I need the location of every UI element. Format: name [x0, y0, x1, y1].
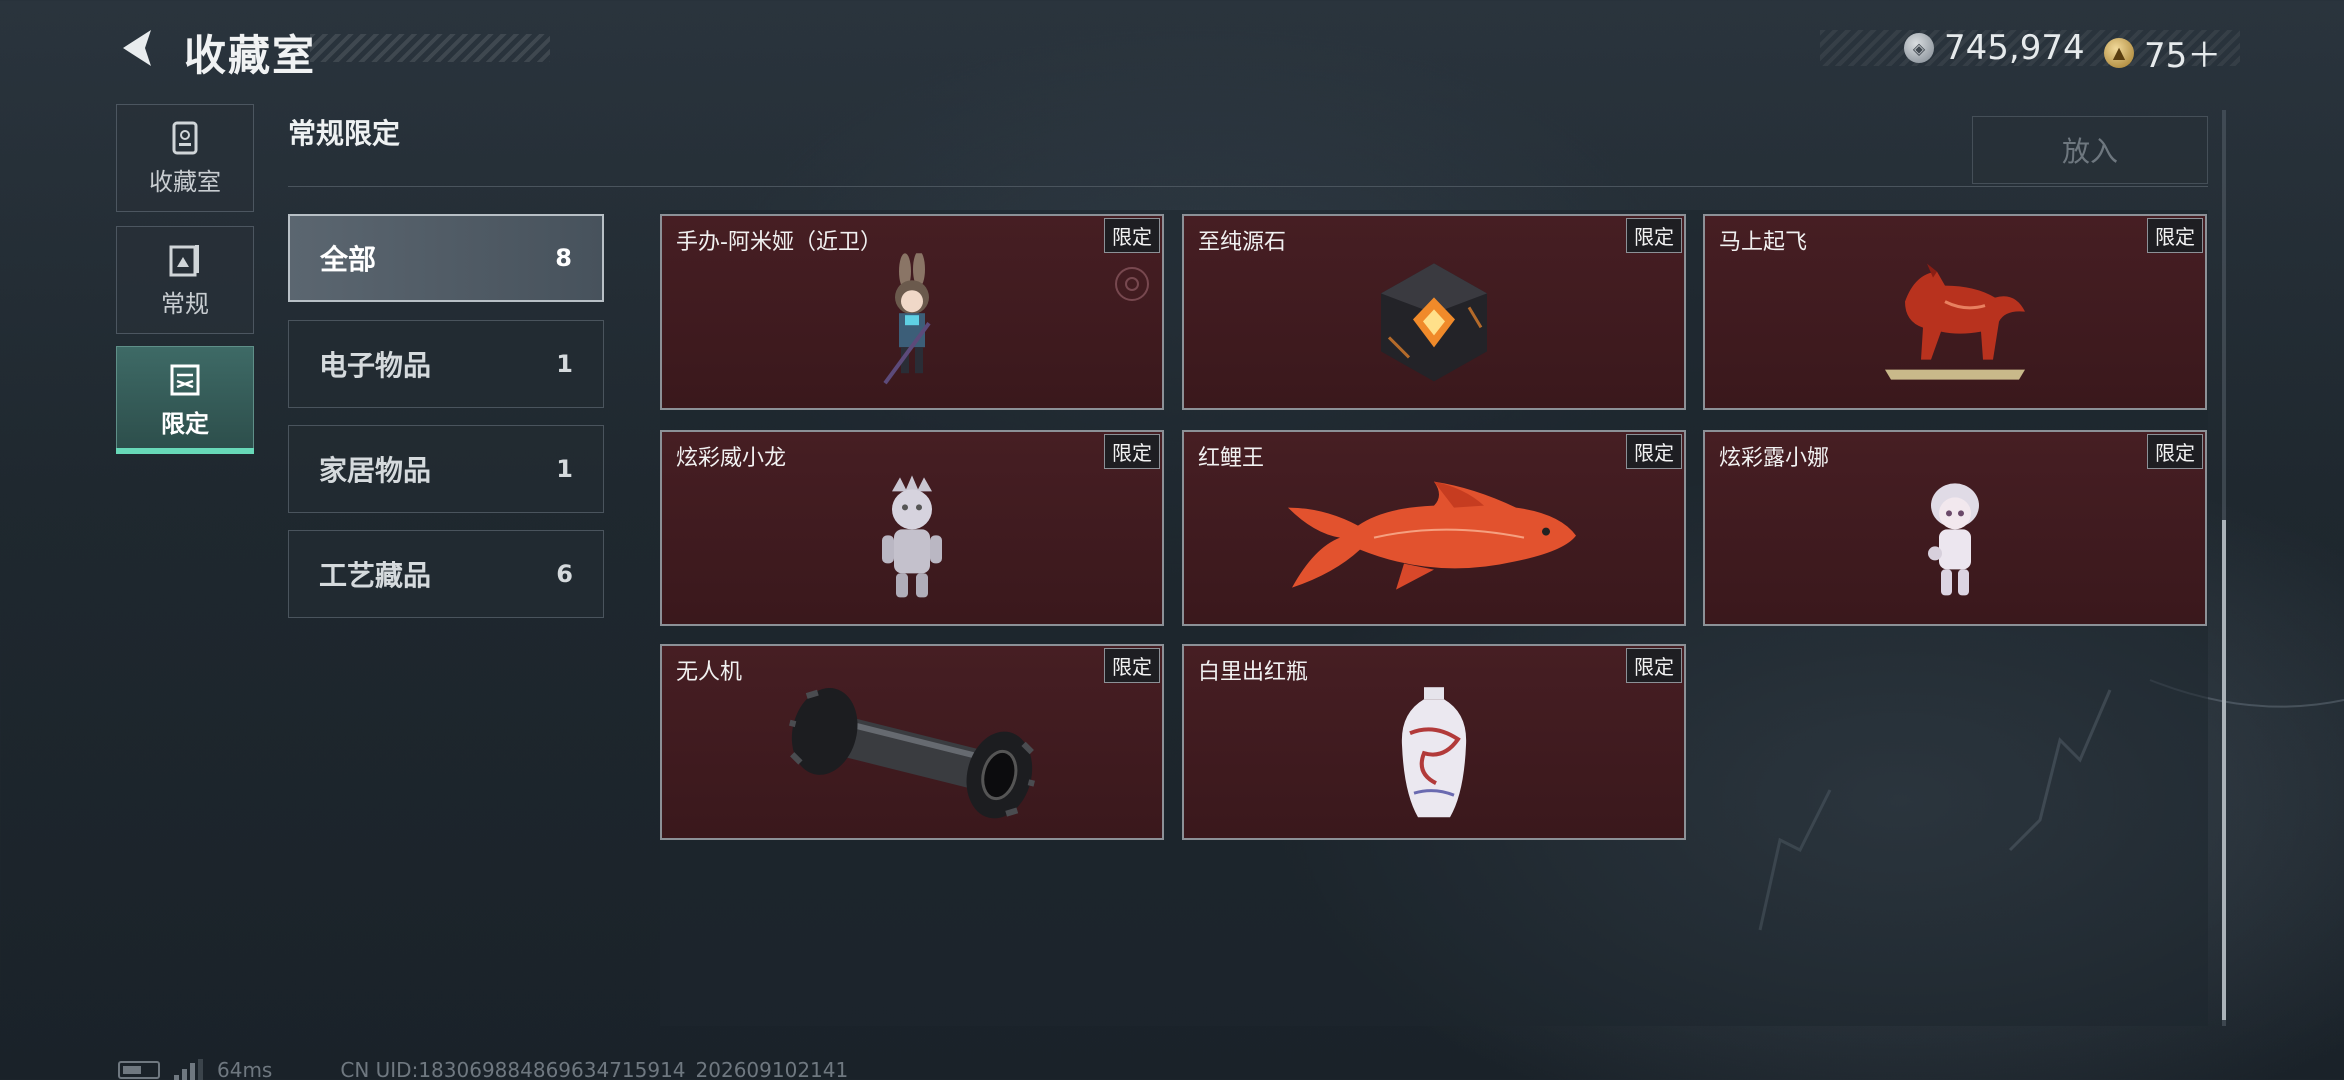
item-card-luna-figure[interactable]: 炫彩露小娜 限定 [1703, 430, 2207, 626]
page-title: 收藏室 [184, 31, 317, 80]
item-name: 红鲤王 [1198, 446, 1265, 471]
dragon-figure-art-icon [882, 475, 942, 598]
currency-gold-value: 75＋ [2144, 36, 2222, 76]
signal-icon [174, 1059, 203, 1080]
currency-silver[interactable]: ◈ 745,974 [1904, 28, 2085, 68]
collection-room-icon [168, 120, 202, 156]
currency-silver-value: 745,974 [1944, 28, 2085, 68]
rail-item-label: 收藏室 [149, 167, 221, 196]
item-name: 无人机 [676, 660, 743, 685]
figure-art-icon [883, 253, 931, 385]
rail-item-label: 限定 [161, 409, 209, 438]
drone-art-icon [789, 688, 1035, 819]
limited-icon [168, 362, 202, 398]
category-count: 1 [556, 455, 573, 483]
item-card-amiya-figure[interactable]: 手办-阿米娅（近卫） 限定 [660, 214, 1164, 410]
title-hatch-decoration [310, 34, 550, 62]
limited-tag: 限定 [1626, 648, 1682, 683]
item-name: 白里出红瓶 [1198, 660, 1309, 685]
category-label: 电子物品 [319, 349, 432, 382]
vase-art-icon [1401, 687, 1467, 818]
back-button[interactable] [112, 22, 162, 74]
item-name: 炫彩露小娜 [1719, 446, 1830, 471]
scrollbar-thumb[interactable] [2222, 520, 2226, 1020]
item-name: 马上起飞 [1719, 230, 1808, 255]
item-card-drone[interactable]: 无人机 限定 [660, 644, 1164, 840]
category-all[interactable]: 全部 8 [288, 214, 604, 302]
category-home[interactable]: 家居物品 1 [288, 425, 604, 513]
limited-tag: 限定 [1626, 218, 1682, 253]
battery-icon [118, 1061, 160, 1079]
rail-item-collection-room[interactable]: 收藏室 [116, 104, 254, 212]
uid-text: CN UID:183069884869634715914_20260910214… [340, 1058, 849, 1080]
item-card-horse[interactable]: 马上起飞 限定 [1703, 214, 2207, 410]
category-electronics[interactable]: 电子物品 1 [288, 320, 604, 408]
ping-text: 64ms [217, 1058, 273, 1080]
limited-tag: 限定 [1104, 434, 1160, 469]
back-arrow-icon [123, 30, 151, 66]
limited-tag: 限定 [1104, 218, 1160, 253]
rail-item-limited[interactable]: 限定 [116, 346, 254, 454]
item-card-pure-originium[interactable]: 至纯源石 限定 [1182, 214, 1686, 410]
category-count: 1 [556, 350, 573, 378]
koi-fish-art-icon [1288, 481, 1576, 590]
regular-icon [168, 242, 202, 278]
status-footer: 64ms CN UID:183069884869634715914_202609… [118, 1058, 848, 1080]
rail-item-label: 常规 [161, 289, 209, 318]
limited-tag: 限定 [2147, 434, 2203, 469]
section-divider [288, 186, 2208, 187]
silver-coin-icon: ◈ [1904, 33, 1934, 63]
rail-item-regular[interactable]: 常规 [116, 226, 254, 334]
category-label: 工艺藏品 [319, 559, 432, 592]
limited-tag: 限定 [1626, 434, 1682, 469]
limited-tag: 限定 [1104, 648, 1160, 683]
item-card-vase[interactable]: 白里出红瓶 限定 [1182, 644, 1686, 840]
limited-tag: 限定 [2147, 218, 2203, 253]
item-name: 至纯源石 [1198, 230, 1287, 255]
category-count: 8 [555, 244, 572, 272]
category-label: 全部 [320, 243, 377, 276]
category-crafts[interactable]: 工艺藏品 6 [288, 530, 604, 618]
item-card-koi-king[interactable]: 红鲤王 限定 [1182, 430, 1686, 626]
horse-art-icon [1885, 263, 2025, 380]
gold-coin-icon: ▲ [2104, 37, 2134, 68]
girl-figure-art-icon [1928, 483, 1979, 596]
place-button[interactable]: 放入 [1972, 116, 2208, 184]
section-title: 常规限定 [288, 117, 401, 150]
category-count: 6 [556, 560, 573, 588]
crystal-art-icon [1381, 263, 1487, 382]
currency-gold[interactable]: ▲ 75＋ [2104, 28, 2221, 77]
item-name: 炫彩威小龙 [676, 446, 787, 471]
item-name: 手办-阿米娅（近卫） [676, 230, 882, 255]
item-card-little-dragon[interactable]: 炫彩威小龙 限定 [660, 430, 1164, 626]
rail-active-indicator [116, 448, 254, 454]
category-label: 家居物品 [319, 454, 432, 487]
crosshair-decoration [1115, 267, 1149, 301]
